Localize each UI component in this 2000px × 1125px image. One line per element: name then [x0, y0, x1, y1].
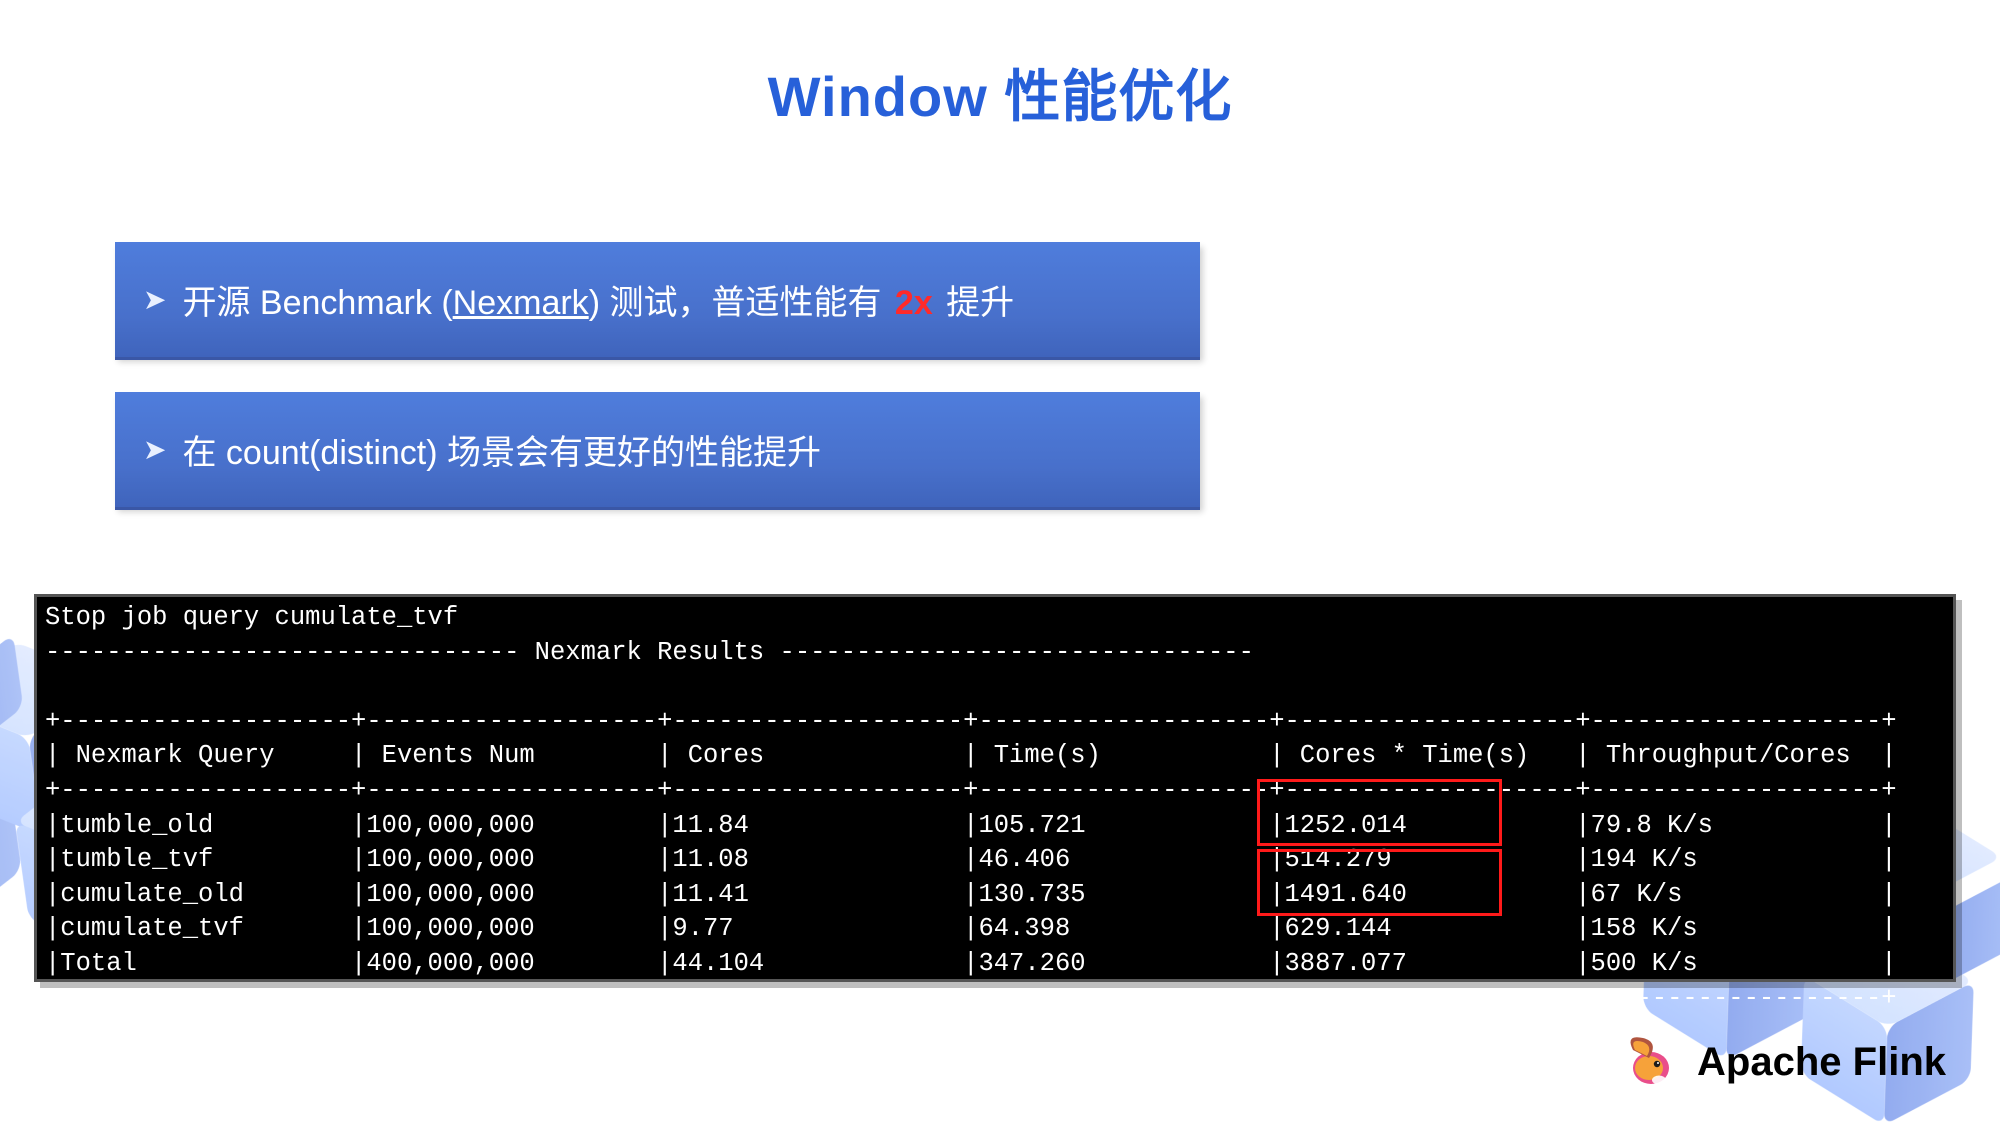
bullet-banner-1: ➤ 开源 Benchmark (Nexmark) 测试，普适性能有 2x 提升: [115, 242, 1200, 357]
terminal-header-line: ------------------------------- Nexmark …: [45, 638, 1254, 667]
highlight-box-tumble: [1257, 779, 1502, 846]
terminal-sep: +-------------------+-------------------…: [45, 707, 1897, 736]
bullet-arrow-icon: ➤: [143, 283, 166, 316]
slide-title: Window 性能优化: [0, 52, 2000, 133]
terminal-sep: +-------------------+-------------------…: [45, 984, 1897, 1013]
terminal-columns: | Nexmark Query | Events Num | Cores | T…: [45, 741, 1897, 770]
bullet2-text: 在 count(distinct) 场景会有更好的性能提升: [182, 425, 821, 474]
footer-brand-text: Apache Flink: [1697, 1040, 1946, 1085]
table-row: |tumble_old |100,000,000 |11.84 |105.721…: [45, 811, 1897, 840]
bullet1-text: 开源 Benchmark (Nexmark) 测试，普适性能有 2x 提升: [182, 275, 1014, 324]
flink-squirrel-icon: [1619, 1028, 1683, 1097]
terminal-output: Stop job query cumulate_tvf ------------…: [34, 594, 1956, 982]
bullet1-highlight: 2x: [895, 284, 933, 322]
table-row: |cumulate_old |100,000,000 |11.41 |130.7…: [45, 880, 1897, 909]
bullet-banner-2: ➤ 在 count(distinct) 场景会有更好的性能提升: [115, 392, 1200, 507]
table-row: |cumulate_tvf |100,000,000 |9.77 |64.398…: [45, 914, 1897, 943]
terminal-stop-line: Stop job query cumulate_tvf: [45, 603, 458, 632]
terminal-sep: +-------------------+-------------------…: [45, 776, 1897, 805]
bullet-arrow-icon: ➤: [143, 433, 166, 466]
table-row: |Total |400,000,000 |44.104 |347.260 |38…: [45, 949, 1897, 978]
highlight-box-cumulate: [1257, 849, 1502, 916]
nexmark-link[interactable]: Nexmark: [453, 284, 589, 322]
footer-brand: Apache Flink: [1619, 1028, 1946, 1097]
table-row: |tumble_tvf |100,000,000 |11.08 |46.406 …: [45, 845, 1897, 874]
